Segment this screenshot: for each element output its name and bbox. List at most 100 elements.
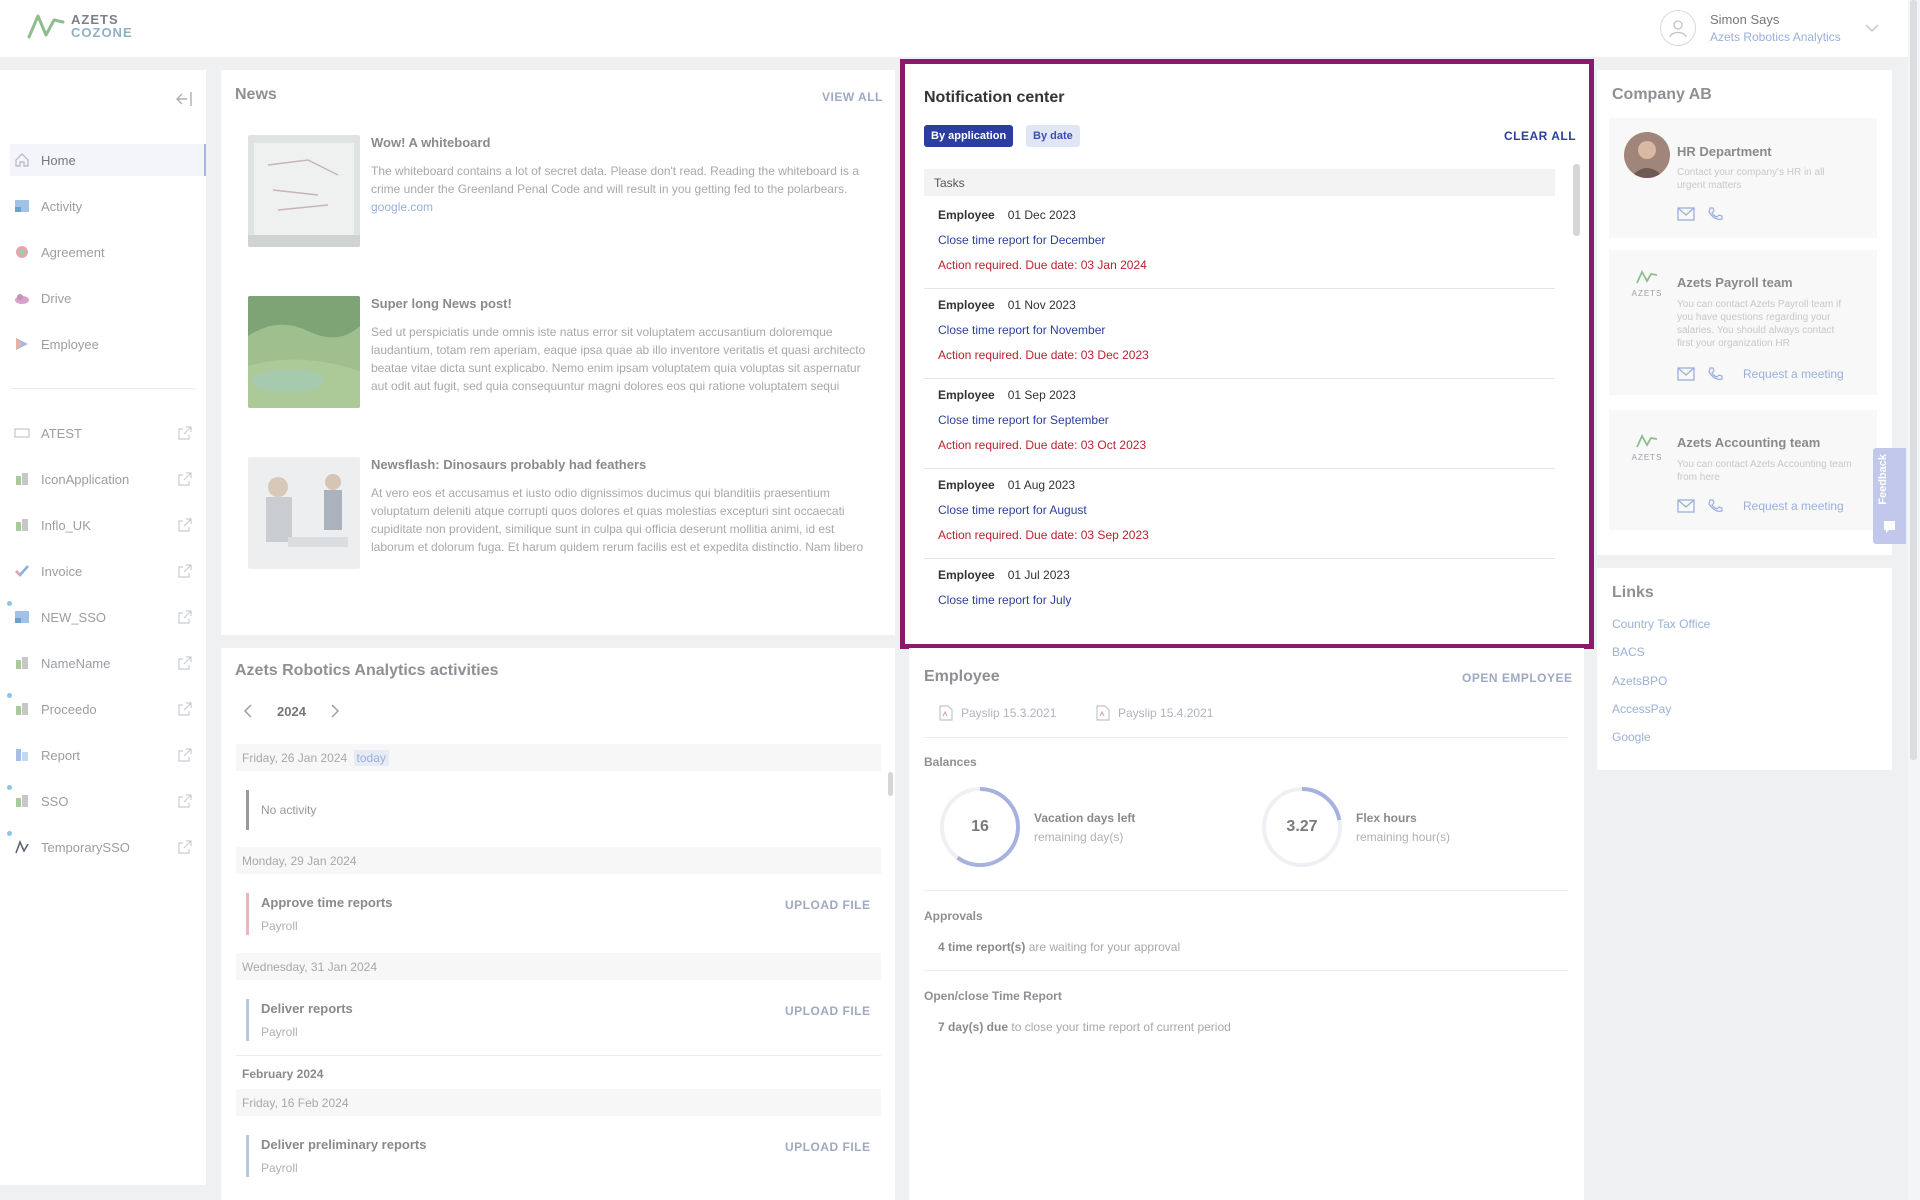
approvals-text[interactable]: 4 time report(s) are waiting for your ap… (938, 940, 1180, 954)
link-country-tax-office[interactable]: Country Tax Office (1612, 617, 1710, 631)
activities-year: 2024 (277, 704, 306, 719)
email-icon[interactable] (1677, 207, 1695, 221)
sidebar-app-label: Proceedo (41, 702, 97, 717)
azets-app-icon (14, 839, 30, 855)
sidebar-app-iconapplication[interactable]: IconApplication (10, 463, 206, 495)
time-report-text: 7 day(s) due to close your time report o… (938, 1020, 1231, 1034)
sidebar-item-activity[interactable]: Activity (10, 190, 206, 222)
chevron-right-icon[interactable] (330, 703, 340, 719)
sidebar-app-inflo-uk[interactable]: Inflo_UK (10, 509, 206, 541)
activity-subtitle: Payroll (261, 1161, 298, 1175)
feedback-tab[interactable]: Feedback (1873, 448, 1906, 544)
activity-date-row: Wednesday, 31 Jan 2024 (236, 953, 881, 980)
task-item: Employee01 Aug 2023 Close time report fo… (924, 469, 1555, 559)
collapse-sidebar-icon[interactable] (174, 90, 194, 108)
upload-file-button[interactable]: UPLOAD FILE (785, 898, 871, 912)
chevron-down-icon[interactable] (1865, 23, 1879, 33)
phone-icon[interactable] (1707, 498, 1723, 514)
sidebar-app-proceedo[interactable]: Proceedo (10, 693, 206, 725)
sidebar-item-label: Home (41, 153, 76, 168)
activities-title: Azets Robotics Analytics activities (235, 662, 499, 680)
top-bar: AZETS COZONE Simon Says Azets Robotics A… (0, 0, 1908, 57)
tab-by-application[interactable]: By application (924, 125, 1013, 147)
news-item[interactable]: Wow! A whiteboard The whiteboard contain… (248, 135, 868, 247)
task-link[interactable]: Close time report for December (938, 233, 1105, 247)
logo-text-cozone: COZONE (71, 26, 133, 39)
request-meeting-link[interactable]: Request a meeting (1743, 499, 1844, 513)
task-due: Action required. Due date: 03 Oct 2023 (938, 438, 1146, 452)
task-date: 01 Sep 2023 (1008, 388, 1076, 402)
azets-cozone-logo[interactable]: AZETS COZONE (27, 13, 133, 39)
news-item[interactable]: Super long News post! Sed ut perspiciati… (248, 296, 868, 408)
request-meeting-link[interactable]: Request a meeting (1743, 367, 1844, 381)
task-link[interactable]: Close time report for September (938, 413, 1109, 427)
logo-mark-icon (27, 13, 65, 39)
email-icon[interactable] (1677, 499, 1695, 513)
open-employee-button[interactable]: OPEN EMPLOYEE (1462, 671, 1573, 685)
news-item-body: Sed ut perspiciatis unde omnis iste natu… (371, 323, 867, 395)
upload-file-button[interactable]: UPLOAD FILE (785, 1140, 871, 1154)
vacation-subtitle: remaining day(s) (1034, 830, 1123, 844)
news-item[interactable]: Newsflash: Dinosaurs probably had feathe… (248, 457, 868, 569)
link-accesspay[interactable]: AccessPay (1612, 702, 1671, 716)
payslip-link[interactable]: Payslip 15.3.2021 (939, 705, 1056, 721)
activity-title: Deliver reports (261, 1001, 353, 1016)
today-badge: today (354, 750, 389, 766)
approvals-heading: Approvals (924, 909, 983, 923)
activity-title: Deliver preliminary reports (261, 1137, 426, 1152)
activities-scrollbar[interactable] (888, 772, 893, 796)
task-link[interactable]: Close time report for July (938, 593, 1071, 607)
activity-item: Deliver reports Payroll UPLOAD FILE (246, 999, 881, 1059)
link-azetsbpo[interactable]: AzetsBPO (1612, 674, 1667, 688)
sidebar-item-drive[interactable]: Drive (10, 282, 206, 314)
sidebar-item-agreement[interactable]: Agreement (10, 236, 206, 268)
flex-value: 3.27 (1260, 818, 1344, 836)
task-link[interactable]: Close time report for August (938, 503, 1087, 517)
sidebar-app-invoice[interactable]: Invoice (10, 555, 206, 587)
external-link-icon (178, 518, 192, 532)
sidebar-app-temporarysso[interactable]: TemporarySSO (10, 831, 206, 863)
hr-avatar (1624, 132, 1670, 178)
email-icon[interactable] (1677, 367, 1695, 381)
azets-logo-icon (1635, 270, 1659, 284)
contact-description: Contact your company's HR in all urgent … (1677, 166, 1853, 192)
sso-app-icon (14, 425, 30, 441)
clear-all-button[interactable]: CLEAR ALL (1504, 129, 1576, 143)
sidebar-app-atest[interactable]: ATEST (10, 417, 206, 449)
sidebar-app-new-sso[interactable]: NEW_SSO (10, 601, 206, 633)
user-menu[interactable]: Simon Says Azets Robotics Analytics (1660, 10, 1879, 46)
news-view-all-button[interactable]: VIEW ALL (822, 90, 883, 104)
feedback-label: Feedback (1877, 454, 1889, 505)
phone-icon[interactable] (1707, 206, 1723, 222)
sidebar-app-label: SSO (41, 794, 68, 809)
chevron-left-icon[interactable] (243, 703, 253, 719)
task-due: Action required. Due date: 03 Jan 2024 (938, 258, 1147, 272)
task-due: Action required. Due date: 03 Sep 2023 (938, 528, 1149, 542)
sidebar-app-label: Invoice (41, 564, 82, 579)
link-bacs[interactable]: BACS (1612, 645, 1645, 659)
external-link-icon (178, 472, 192, 486)
news-item-link[interactable]: google.com (371, 200, 433, 214)
notification-scrollbar[interactable] (1573, 164, 1580, 236)
task-link[interactable]: Close time report for November (938, 323, 1105, 337)
sidebar-app-report[interactable]: Report (10, 739, 206, 771)
drive-icon (14, 290, 30, 306)
task-item: Employee01 Sep 2023 Close time report fo… (924, 379, 1555, 469)
task-item: Employee01 Jul 2023 Close time report fo… (924, 559, 1555, 639)
employee-panel (909, 648, 1584, 1200)
sidebar-app-namename[interactable]: NameName (10, 647, 206, 679)
upload-file-button[interactable]: UPLOAD FILE (785, 1004, 871, 1018)
phone-icon[interactable] (1707, 366, 1723, 382)
page-scrollbar[interactable] (1908, 0, 1920, 1200)
sidebar-item-employee[interactable]: Employee (10, 328, 206, 360)
sidebar-item-home[interactable]: Home (10, 144, 206, 176)
report-icon (14, 747, 30, 763)
news-item-body: The whiteboard contains a lot of secret … (371, 162, 867, 216)
sidebar-item-label: Drive (41, 291, 71, 306)
azets-logo-icon (1635, 434, 1659, 448)
task-source: Employee (938, 478, 995, 492)
sidebar-app-sso[interactable]: SSO (10, 785, 206, 817)
payslip-link[interactable]: Payslip 15.4.2021 (1096, 705, 1213, 721)
link-google[interactable]: Google (1612, 730, 1651, 744)
tab-by-date[interactable]: By date (1026, 125, 1080, 147)
